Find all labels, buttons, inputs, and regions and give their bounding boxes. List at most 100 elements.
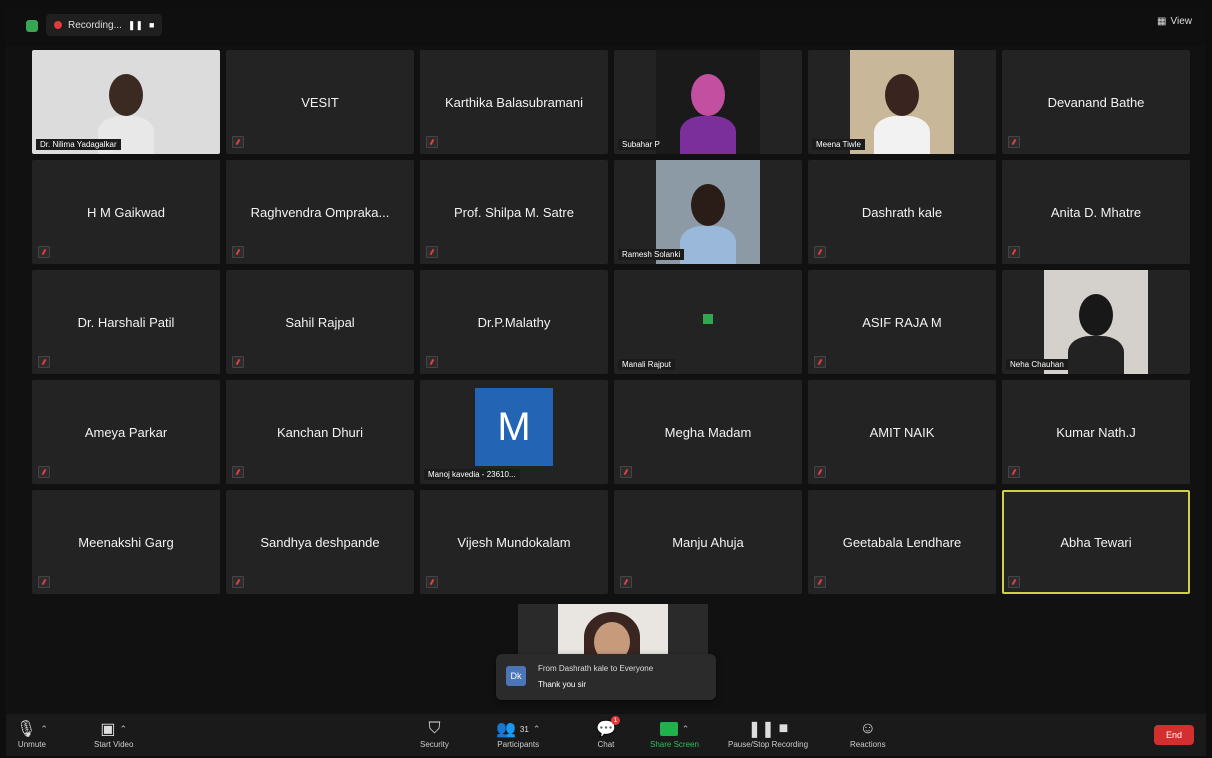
recording-label: Recording... [68,19,122,31]
participant-video-label: Dr. Nilima Yadagalkar [36,139,121,150]
participant-tile[interactable]: Sahil Rajpal [226,270,414,374]
reactions-button[interactable]: ☺ Reactions [850,718,886,749]
participant-tile[interactable]: Kanchan Dhuri [226,380,414,484]
participant-name: Dr. Harshali Patil [77,314,175,330]
participant-tile[interactable]: Vijesh Mundokalam [420,490,608,594]
participant-tile[interactable]: Sandhya deshpande [226,490,414,594]
participant-body [1068,336,1124,374]
recording-indicator[interactable]: Recording... ❚❚ ■ [46,14,163,36]
pause-recording-icon: ❚❚ [747,721,775,738]
participant-tile[interactable]: VESIT [226,50,414,154]
participants-icon: 👥 [496,721,516,738]
participant-tile[interactable]: Devanand Bathe [1002,50,1190,154]
chevron-up-icon[interactable]: ⌃ [682,724,690,735]
participant-tile[interactable]: Manali Rajput [614,270,802,374]
stop-icon[interactable]: ■ [149,20,154,30]
participant-tile[interactable]: Geetabala Lendhare [808,490,996,594]
participant-video-label: Ramesh Solanki [618,249,685,260]
chevron-up-icon[interactable]: ⌃ [40,724,48,735]
muted-microphone-icon [1008,466,1020,478]
participant-tile[interactable]: Kumar Nath.J [1002,380,1190,484]
participant-name: H M Gaikwad [86,204,166,220]
participant-video [656,50,760,154]
participant-tile[interactable]: Dashrath kale [808,160,996,264]
participant-tile[interactable]: Manju Ahuja [614,490,802,594]
muted-microphone-icon [1008,246,1020,258]
view-label: View [1170,16,1193,27]
participant-tile[interactable]: Ramesh Solanki [614,160,802,264]
participant-name: Prof. Shilpa M. Satre [454,204,574,220]
participant-tile[interactable]: Karthika Balasubramani [420,50,608,154]
chat-button[interactable]: 💬 1 Chat [596,716,620,749]
active-speaker-video[interactable] [518,604,708,656]
zoom-window: Recording... ❚❚ ■ ▦ View Dr. Nilima Yada… [6,6,1206,756]
participant-name: Meenakshi Garg [78,534,174,550]
muted-microphone-icon [814,576,826,588]
participant-tile[interactable]: Prof. Shilpa M. Satre [420,160,608,264]
muted-microphone-icon [814,356,826,368]
chat-notification[interactable]: Dk From Dashrath kale to Everyone Thank … [496,654,716,700]
participant-tile[interactable]: ASIF RAJA M [808,270,996,374]
security-button[interactable]: ⛉ Security [420,718,449,749]
participant-name: Karthika Balasubramani [444,94,584,110]
participant-head [691,184,725,226]
participant-avatar: M [475,388,553,466]
participants-label: Participants [497,740,540,749]
muted-microphone-icon [1008,136,1020,148]
muted-microphone-icon [232,246,244,258]
participant-name: Vijesh Mundokalam [457,534,571,550]
participant-tile[interactable]: H M Gaikwad [32,160,220,264]
muted-microphone-icon [232,576,244,588]
participant-tile[interactable]: Dr. Nilima Yadagalkar [32,50,220,154]
participants-count: 31 [519,724,529,734]
pause-stop-recording-label: Pause/Stop Recording [728,740,809,749]
chat-sender-avatar: Dk [506,666,526,686]
participant-tile[interactable]: Megha Madam [614,380,802,484]
participant-tile[interactable]: Abha Tewari [1002,490,1190,594]
chat-label: Chat [597,740,615,749]
participant-tile[interactable]: Ameya Parkar [32,380,220,484]
muted-microphone-icon [620,466,632,478]
participant-name: VESIT [301,94,339,110]
participant-name: Megha Madam [664,424,752,440]
muted-microphone-icon [1008,576,1020,588]
participants-button[interactable]: 👥 31 ⌃ Participants [496,718,540,749]
share-screen-button[interactable]: ⌃ Share Screen [650,718,699,749]
pause-icon[interactable]: ❚❚ [128,20,143,31]
muted-microphone-icon [38,356,50,368]
participant-video-label: Manali Rajput [618,359,675,370]
participant-video-label: Neha Chauhan [1006,359,1068,370]
chevron-up-icon[interactable]: ⌃ [533,724,541,735]
participant-tile[interactable]: Subahar P [614,50,802,154]
participant-name: Devanand Bathe [1047,94,1145,110]
chat-from-text: From Dashrath kale to Everyone [538,664,654,673]
muted-microphone-icon [38,576,50,588]
participant-tile[interactable]: Anita D. Mhatre [1002,160,1190,264]
muted-microphone-icon [232,356,244,368]
shield-icon[interactable] [26,20,38,32]
participant-tile[interactable]: Meenakshi Garg [32,490,220,594]
end-meeting-button[interactable]: End [1154,725,1194,745]
participant-name: ASIF RAJA M [862,314,942,330]
view-button[interactable]: ▦ View [1157,16,1192,27]
participant-head [885,74,919,116]
participant-head [691,74,725,116]
participant-video-label: Manoj kavedia - 23610... [424,469,520,480]
participant-tile[interactable]: Raghvendra Omprakа... [226,160,414,264]
participant-body [680,226,736,264]
muted-microphone-icon [620,576,632,588]
participant-tile[interactable]: Dr.P.Malathy [420,270,608,374]
participant-tile[interactable]: M Manoj kavedia - 23610... [420,380,608,484]
unmute-button[interactable]: 🎙 ⌃ Unmute [16,718,48,749]
participant-tile[interactable]: Neha Chauhan [1002,270,1190,374]
participant-tile[interactable]: Meena Tiwle [808,50,996,154]
pause-stop-recording-button[interactable]: ❚❚ ■ Pause/Stop Recording [728,718,808,749]
participant-head [109,74,143,116]
participant-tile[interactable]: Dr. Harshali Patil [32,270,220,374]
start-video-button[interactable]: ▣ ⌃ Start Video [94,718,133,749]
participant-name: Dr.P.Malathy [477,314,551,330]
participant-tile[interactable]: AMIT NAIK [808,380,996,484]
chevron-up-icon[interactable]: ⌃ [120,724,128,735]
meeting-toolbar: 🎙 ⌃ Unmute ▣ ⌃ Start Video ⛉ Security 👥 31 ⌃… [6,714,1206,756]
participant-name: Raghvendra Omprakа... [250,204,390,220]
